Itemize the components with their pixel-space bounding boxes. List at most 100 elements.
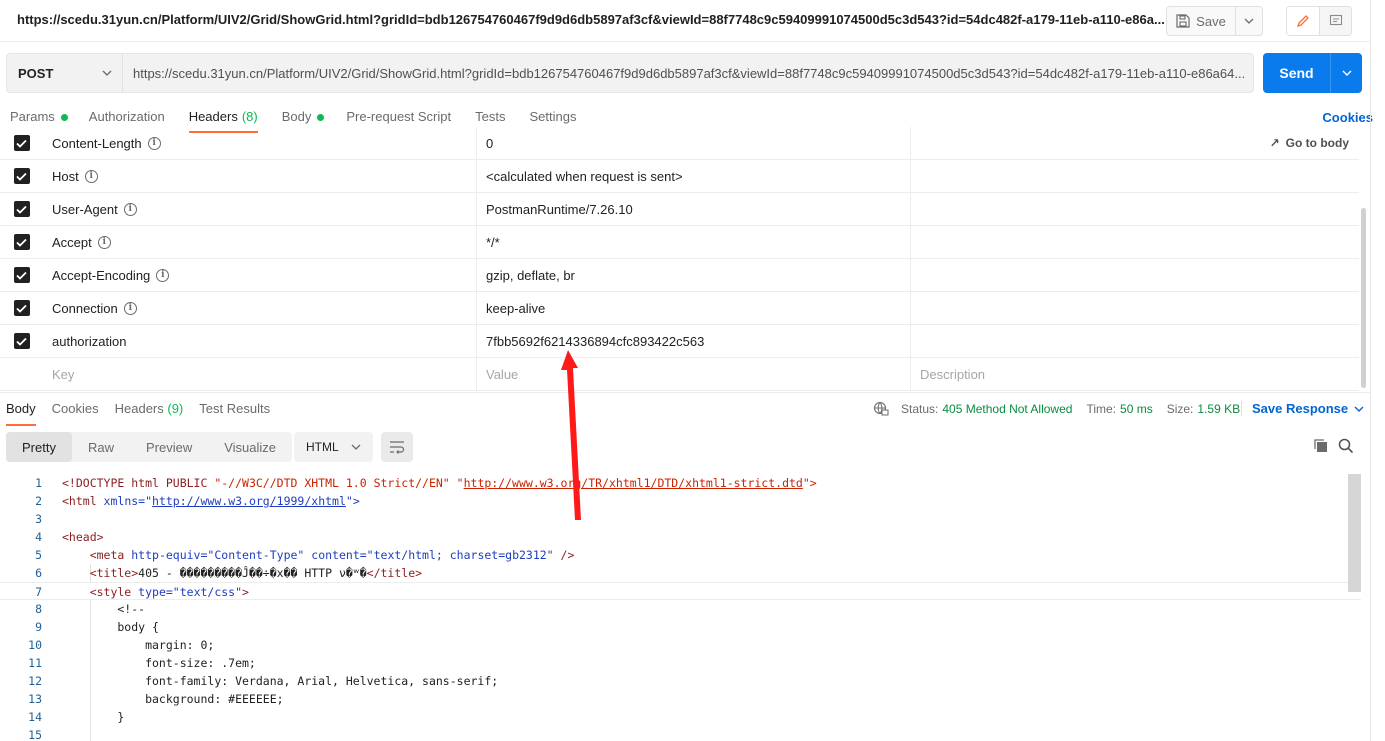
save-response-label: Save Response: [1252, 401, 1349, 416]
checkbox[interactable]: [13, 333, 30, 349]
line-number: 1: [35, 476, 42, 490]
line-number: 2: [35, 494, 42, 508]
info-icon[interactable]: i: [123, 301, 137, 315]
checkbox[interactable]: [13, 300, 30, 316]
code-token: <html: [62, 494, 104, 508]
info-icon[interactable]: i: [156, 268, 170, 282]
go-to-body-link[interactable]: ↗ Go to body: [1270, 136, 1349, 150]
code-token: ="text/html; charset=gb2312": [359, 548, 554, 562]
header-description-cell[interactable]: [911, 193, 1359, 225]
checkbox[interactable]: [13, 168, 30, 184]
format-pretty[interactable]: Pretty: [6, 432, 72, 462]
header-key-cell[interactable]: Connection i: [43, 292, 477, 324]
format-visualize[interactable]: Visualize: [208, 432, 292, 462]
code-token: =": [138, 494, 153, 508]
info-icon[interactable]: i: [147, 136, 161, 150]
header-description-cell[interactable]: [911, 226, 1359, 258]
save-options-button[interactable]: [1235, 7, 1262, 35]
header-description-cell[interactable]: [911, 259, 1359, 291]
tab-test-results[interactable]: Test Results: [199, 401, 270, 425]
header-key-cell[interactable]: User-Agent i: [43, 193, 477, 225]
time-value[interactable]: 50 ms: [1120, 402, 1153, 416]
code-token: </title>: [366, 566, 423, 580]
request-tab-title[interactable]: https://scedu.31yun.cn/Platform/UIV2/Gri…: [17, 12, 1165, 27]
size-value[interactable]: 1.59 KB: [1197, 402, 1240, 416]
code-link[interactable]: http://www.w3.org/1999/xhtml: [152, 494, 346, 508]
chevron-down-icon: [102, 70, 112, 76]
send-button[interactable]: Send: [1263, 53, 1330, 93]
check-icon: [16, 238, 27, 247]
url-input[interactable]: https://scedu.31yun.cn/Platform/UIV2/Gri…: [123, 54, 1253, 92]
checkbox[interactable]: [13, 267, 30, 283]
new-header-key-input[interactable]: Key: [43, 358, 477, 390]
editor-scrollbar[interactable]: [1348, 474, 1361, 592]
header-key-cell[interactable]: Accept-Encoding i: [43, 259, 477, 291]
checkbox[interactable]: [13, 201, 30, 217]
code-text: }: [62, 710, 125, 724]
comment-icon: [1329, 14, 1342, 26]
new-header-value-input[interactable]: Value: [477, 358, 911, 390]
checkbox[interactable]: [13, 135, 30, 151]
tab-response-cookies[interactable]: Cookies: [52, 401, 99, 425]
table-row: authorization 7fbb5692f6214336894cfc8934…: [0, 325, 1359, 358]
copy-icon[interactable]: [1313, 438, 1329, 457]
method-select[interactable]: POST: [7, 54, 123, 92]
header-value-cell[interactable]: gzip, deflate, br: [477, 259, 911, 291]
code-token: <style: [62, 585, 139, 599]
header-key-cell[interactable]: authorization: [43, 325, 477, 357]
row-checkbox-cell: [0, 226, 43, 258]
header-value-cell[interactable]: keep-alive: [477, 292, 911, 324]
line-number: 10: [28, 638, 42, 652]
save-button[interactable]: Save: [1167, 7, 1235, 35]
header-key: Connection: [52, 300, 118, 316]
header-value-cell[interactable]: */*: [477, 226, 911, 258]
header-key-cell[interactable]: Host i: [43, 160, 477, 192]
info-icon[interactable]: i: [97, 235, 111, 249]
save-response-button[interactable]: Save Response: [1241, 401, 1364, 416]
header-value: <calculated when request is sent>: [486, 168, 683, 184]
send-options-button[interactable]: [1330, 53, 1362, 93]
header-key-cell[interactable]: Accept i: [43, 226, 477, 258]
format-preview[interactable]: Preview: [130, 432, 208, 462]
cookies-link[interactable]: Cookies: [1322, 110, 1373, 125]
code-line: 6 <title>405 - ���������Ĵ��÷�x�� HTTP ν�…: [0, 564, 1361, 582]
code-token: type: [138, 585, 166, 599]
code-line: 12 font-family: Verdana, Arial, Helvetic…: [0, 672, 1361, 690]
table-row: User-Agent i PostmanRuntime/7.26.10: [0, 193, 1359, 226]
format-selector: Pretty Raw Preview Visualize: [6, 432, 293, 462]
language-select[interactable]: HTML: [294, 432, 373, 462]
format-raw[interactable]: Raw: [72, 432, 130, 462]
status-value[interactable]: 405 Method Not Allowed: [942, 402, 1072, 416]
checkbox[interactable]: [13, 234, 30, 250]
table-row-new: Key Value Description: [0, 358, 1359, 391]
header-value-cell[interactable]: 7fbb5692f6214336894cfc893422c563: [477, 325, 911, 357]
header-value-cell[interactable]: <calculated when request is sent>: [477, 160, 911, 192]
code-line: 9 body {: [0, 618, 1361, 636]
response-body-editor[interactable]: 1 <!DOCTYPE html PUBLIC "-//W3C//DTD XHTM…: [0, 474, 1361, 741]
edit-mode-button[interactable]: [1287, 7, 1319, 35]
response-bar: Body Cookies Headers (9) Test Results St…: [0, 392, 1370, 426]
headers-scrollbar[interactable]: [1361, 208, 1366, 388]
tab-response-headers[interactable]: Headers (9): [115, 401, 184, 425]
search-icon[interactable]: [1338, 438, 1354, 457]
header-description-cell[interactable]: [911, 325, 1359, 357]
tab-response-body[interactable]: Body: [6, 401, 36, 426]
new-header-description-input[interactable]: Description: [911, 358, 1359, 390]
documentation-mode-button[interactable]: [1319, 7, 1351, 35]
header-value-cell[interactable]: PostmanRuntime/7.26.10: [477, 193, 911, 225]
code-link[interactable]: http://www.w3.org/TR/xhtml1/DTD/xhtml1-s…: [464, 476, 803, 490]
row-checkbox-cell: [0, 292, 43, 324]
code-line: 10 margin: 0;: [0, 636, 1361, 654]
check-icon: [16, 205, 27, 214]
check-icon: [16, 271, 27, 280]
header-description-cell[interactable]: [911, 292, 1359, 324]
globe-icon[interactable]: [873, 401, 889, 417]
info-icon[interactable]: i: [123, 202, 137, 216]
code-line: 13 background: #EEEEEE;: [0, 690, 1361, 708]
code-token: ="Content-Type": [200, 548, 312, 562]
info-icon[interactable]: i: [84, 169, 98, 183]
header-description-cell[interactable]: [911, 160, 1359, 192]
header-value-cell[interactable]: 0: [477, 127, 911, 159]
wrap-lines-button[interactable]: [381, 432, 413, 462]
header-key-cell[interactable]: Content-Length i: [43, 127, 477, 159]
